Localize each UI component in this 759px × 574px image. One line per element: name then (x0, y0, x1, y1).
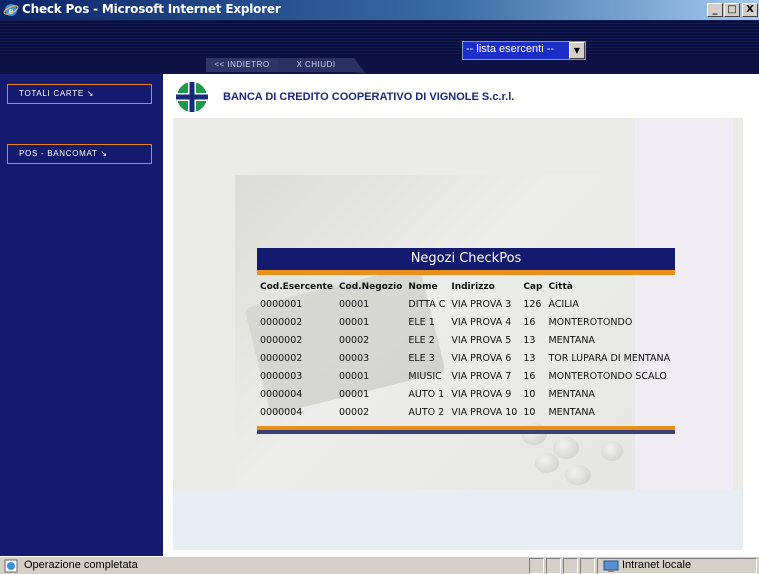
cell-cap: 13 (523, 334, 536, 346)
cell-cap: 13 (523, 352, 536, 364)
esercenti-select-value: -- lista esercenti -- (466, 43, 555, 55)
status-panel (563, 558, 578, 574)
cell-indirizzo: VIA PROVA 6 (451, 352, 512, 364)
cell-citta: MONTEROTONDO SCALO (548, 370, 667, 382)
cell-nome: ELE 1 (408, 316, 435, 328)
column-header: Città (548, 281, 573, 292)
keypad-button-shape (535, 453, 559, 473)
cell-cod-negozio: 00001 (338, 316, 370, 328)
table-row[interactable]: 0000004 00002 AUTO 2 VIA PROVA 10 10 MEN… (257, 403, 673, 421)
tab-indietro[interactable]: << INDIETRO (206, 58, 278, 72)
table-header-divider (257, 270, 675, 275)
table-row[interactable]: 0000001 00001 DITTA C VIA PROVA 3 126 AC… (257, 295, 673, 313)
browser-window: e Check Pos - Microsoft Internet Explore… (0, 0, 759, 574)
cell-cod-negozio: 00002 (338, 406, 370, 418)
table-row[interactable]: 0000003 00001 MIUSIC VIA PROVA 7 16 MONT… (257, 367, 673, 385)
cell-indirizzo: VIA PROVA 4 (451, 316, 512, 328)
cell-cod-negozio: 00003 (338, 352, 370, 364)
decor-strip-bottom (173, 490, 743, 550)
tab-corner-shape (354, 58, 366, 74)
status-panel (529, 558, 544, 574)
main-content: BANCA DI CREDITO COOPERATIVO DI VIGNOLE … (163, 74, 759, 556)
esercenti-select[interactable]: -- lista esercenti -- ▼ (462, 41, 586, 60)
table-row[interactable]: 0000002 00002 ELE 2 VIA PROVA 5 13 MENTA… (257, 331, 673, 349)
tab-chiudi[interactable]: X CHIUDI (278, 58, 354, 72)
chevron-down-icon[interactable]: ▼ (569, 42, 585, 59)
sidebar: TOTALI CARTE ↘ POS - BANCOMAT ↘ (0, 74, 163, 556)
column-header: Cod.Negozio (338, 281, 403, 292)
negozi-table-container: Negozi CheckPos Cod.Esercente Cod.Negozi… (257, 248, 675, 434)
sidebar-item-pos-bancomat[interactable]: POS - BANCOMAT ↘ (7, 144, 152, 164)
intranet-icon (603, 560, 619, 572)
cell-indirizzo: VIA PROVA 9 (451, 388, 512, 400)
page-done-icon (4, 559, 18, 573)
cell-nome: AUTO 2 (408, 406, 445, 418)
cell-cod-negozio: 00002 (338, 334, 370, 346)
cell-citta: ACILIA (548, 298, 579, 310)
table-title: Negozi CheckPos (257, 248, 675, 270)
window-title: Check Pos - Microsoft Internet Explorer (22, 2, 281, 16)
internet-explorer-icon: e (3, 4, 19, 17)
cell-cod-esercente: 0000003 (260, 370, 303, 382)
cell-cod-negozio: 00001 (338, 370, 370, 382)
status-text: Operazione completata (24, 559, 138, 571)
keypad-button-shape (553, 437, 579, 459)
header-band: -- lista esercenti -- ▼ << INDIETRO X CH… (0, 20, 759, 74)
cell-cod-esercente: 0000004 (260, 406, 303, 418)
column-header: Nome (408, 281, 438, 292)
keypad-button-shape (565, 465, 591, 485)
cell-cap: 10 (523, 388, 536, 400)
status-panel (546, 558, 561, 574)
status-bar: Operazione completata Intranet locale (0, 556, 759, 574)
table-row[interactable]: 0000002 00001 ELE 1 VIA PROVA 4 16 MONTE… (257, 313, 673, 331)
cell-cod-esercente: 0000002 (260, 316, 303, 328)
cell-citta: MENTANA (548, 388, 595, 400)
cell-cod-negozio: 00001 (338, 298, 370, 310)
cell-indirizzo: VIA PROVA 5 (451, 334, 512, 346)
column-header: Indirizzo (451, 281, 495, 292)
cell-nome: ELE 3 (408, 352, 435, 364)
cell-citta: MENTANA (548, 406, 595, 418)
cell-cap: 126 (523, 298, 542, 310)
table-row[interactable]: 0000002 00003 ELE 3 VIA PROVA 6 13 TOR L… (257, 349, 673, 367)
bank-logo-icon (175, 81, 209, 113)
cell-indirizzo: VIA PROVA 10 (451, 406, 518, 418)
cell-cod-negozio: 00001 (338, 388, 370, 400)
table-footer-bar (257, 430, 675, 434)
cell-cap: 10 (523, 406, 536, 418)
cell-indirizzo: VIA PROVA 3 (451, 298, 512, 310)
table-header-row: Cod.Esercente Cod.Negozio Nome Indirizzo… (257, 278, 673, 295)
column-header: Cap (523, 281, 543, 292)
bank-name: BANCA DI CREDITO COOPERATIVO DI VIGNOLE … (223, 91, 515, 103)
cell-cod-esercente: 0000002 (260, 334, 303, 346)
cell-cap: 16 (523, 370, 536, 382)
cell-indirizzo: VIA PROVA 7 (451, 370, 512, 382)
security-zone: Intranet locale (622, 559, 692, 571)
page-viewport: -- lista esercenti -- ▼ << INDIETRO X CH… (0, 20, 759, 556)
cell-cod-esercente: 0000002 (260, 352, 303, 364)
cell-cap: 16 (523, 316, 536, 328)
cell-cod-esercente: 0000004 (260, 388, 303, 400)
close-window-button[interactable]: X (742, 3, 758, 17)
cell-nome: ELE 2 (408, 334, 435, 346)
table-row[interactable]: 0000004 00001 AUTO 1 VIA PROVA 9 10 MENT… (257, 385, 673, 403)
cell-citta: MENTANA (548, 334, 595, 346)
cell-nome: MIUSIC (408, 370, 442, 382)
keypad-button-shape (601, 441, 623, 461)
column-header: Cod.Esercente (260, 281, 333, 292)
cell-citta: TOR LUPARA DI MENTANA (548, 352, 671, 364)
minimize-button[interactable]: _ (707, 3, 723, 17)
cell-nome: AUTO 1 (408, 388, 445, 400)
cell-nome: DITTA C (408, 298, 446, 310)
cell-cod-esercente: 0000001 (260, 298, 303, 310)
title-bar: e Check Pos - Microsoft Internet Explore… (0, 0, 759, 20)
sidebar-item-totali-carte[interactable]: TOTALI CARTE ↘ (7, 84, 152, 104)
negozi-table: Cod.Esercente Cod.Negozio Nome Indirizzo… (257, 278, 673, 421)
cell-citta: MONTEROTONDO (548, 316, 633, 328)
header-stripe (0, 20, 759, 56)
maximize-button[interactable]: □ (724, 3, 740, 17)
status-panel (580, 558, 595, 574)
